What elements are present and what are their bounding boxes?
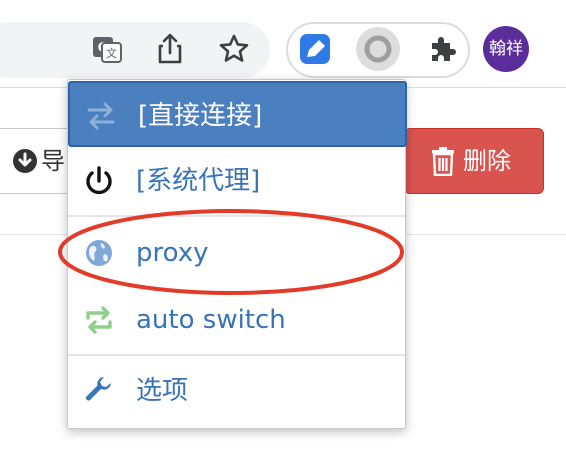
browser-window: G 文 — [0, 0, 566, 460]
menu-item-label: [系统代理] — [136, 166, 261, 196]
svg-text:文: 文 — [106, 46, 117, 60]
menu-item-system-proxy[interactable]: [系统代理] — [68, 148, 405, 214]
trash-icon — [429, 146, 457, 177]
wrench-icon — [82, 374, 116, 408]
auto-switch-icon — [82, 303, 116, 337]
menu-item-auto-switch[interactable]: auto switch — [68, 287, 405, 353]
share-icon[interactable] — [150, 29, 190, 69]
proxy-switchyomega-icon[interactable] — [295, 29, 335, 69]
record-icon[interactable] — [355, 26, 401, 72]
import-label: 导 — [41, 147, 65, 175]
download-circle-icon — [11, 147, 39, 175]
delete-label: 删除 — [463, 147, 511, 175]
menu-item-label: 选项 — [136, 376, 189, 406]
power-icon — [82, 164, 116, 198]
bookmark-star-icon[interactable] — [214, 29, 254, 69]
menu-item-options[interactable]: 选项 — [68, 358, 405, 424]
menu-item-label: auto switch — [136, 305, 286, 335]
annotation-ellipse — [58, 209, 404, 295]
profile-avatar[interactable]: 翰祥 — [483, 26, 529, 72]
menu-item-label: [直接连接] — [138, 101, 263, 131]
delete-button[interactable]: 删除 — [404, 128, 544, 194]
menu-item-direct-connection[interactable]: [直接连接] — [68, 81, 407, 147]
menu-separator — [68, 354, 405, 356]
puzzle-icon[interactable] — [422, 29, 462, 69]
arrows-swap-icon — [84, 99, 118, 133]
browser-toolbar: G 文 — [0, 0, 566, 88]
translate-icon[interactable]: G 文 — [87, 29, 127, 69]
